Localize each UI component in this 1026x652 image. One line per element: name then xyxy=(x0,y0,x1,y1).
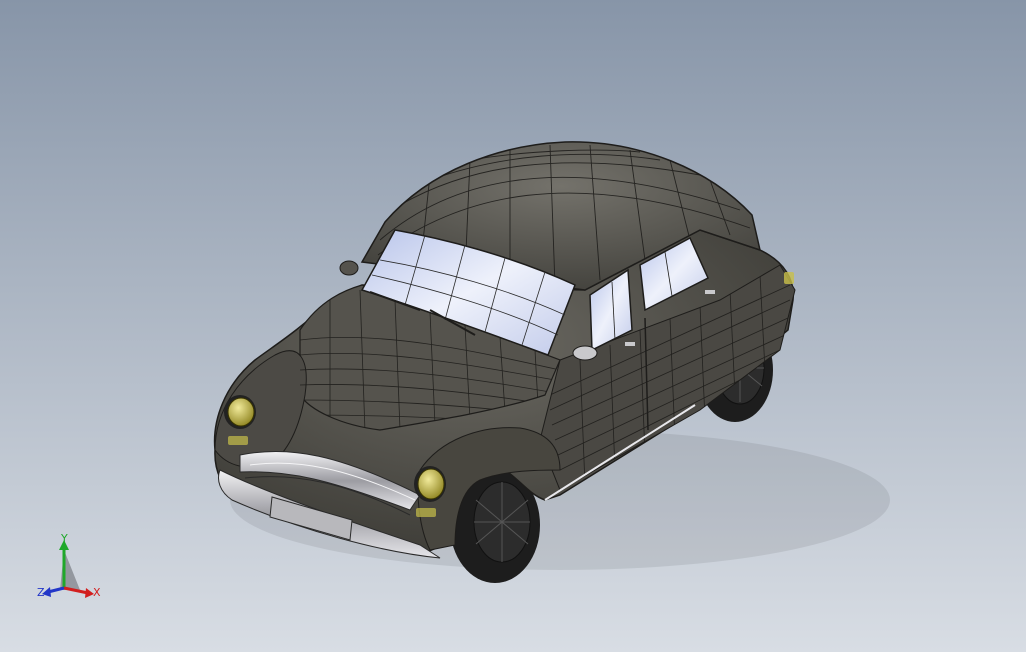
left-mirror xyxy=(339,260,359,276)
3d-viewport[interactable]: Y X Z xyxy=(0,0,1026,652)
fog-light-right xyxy=(416,508,436,517)
tail-lamp xyxy=(784,272,794,284)
headlight-left xyxy=(224,395,256,429)
z-axis-label: Z xyxy=(37,586,45,599)
fog-light-left xyxy=(228,436,248,445)
model-canvas[interactable]: Y X Z xyxy=(0,0,1026,652)
right-mirror xyxy=(572,345,598,361)
door-handle-front[interactable] xyxy=(625,342,635,346)
x-axis-label: X xyxy=(93,586,101,599)
headlight-right xyxy=(414,466,446,502)
door-handle-rear[interactable] xyxy=(705,290,715,294)
y-axis-label: Y xyxy=(60,532,68,545)
